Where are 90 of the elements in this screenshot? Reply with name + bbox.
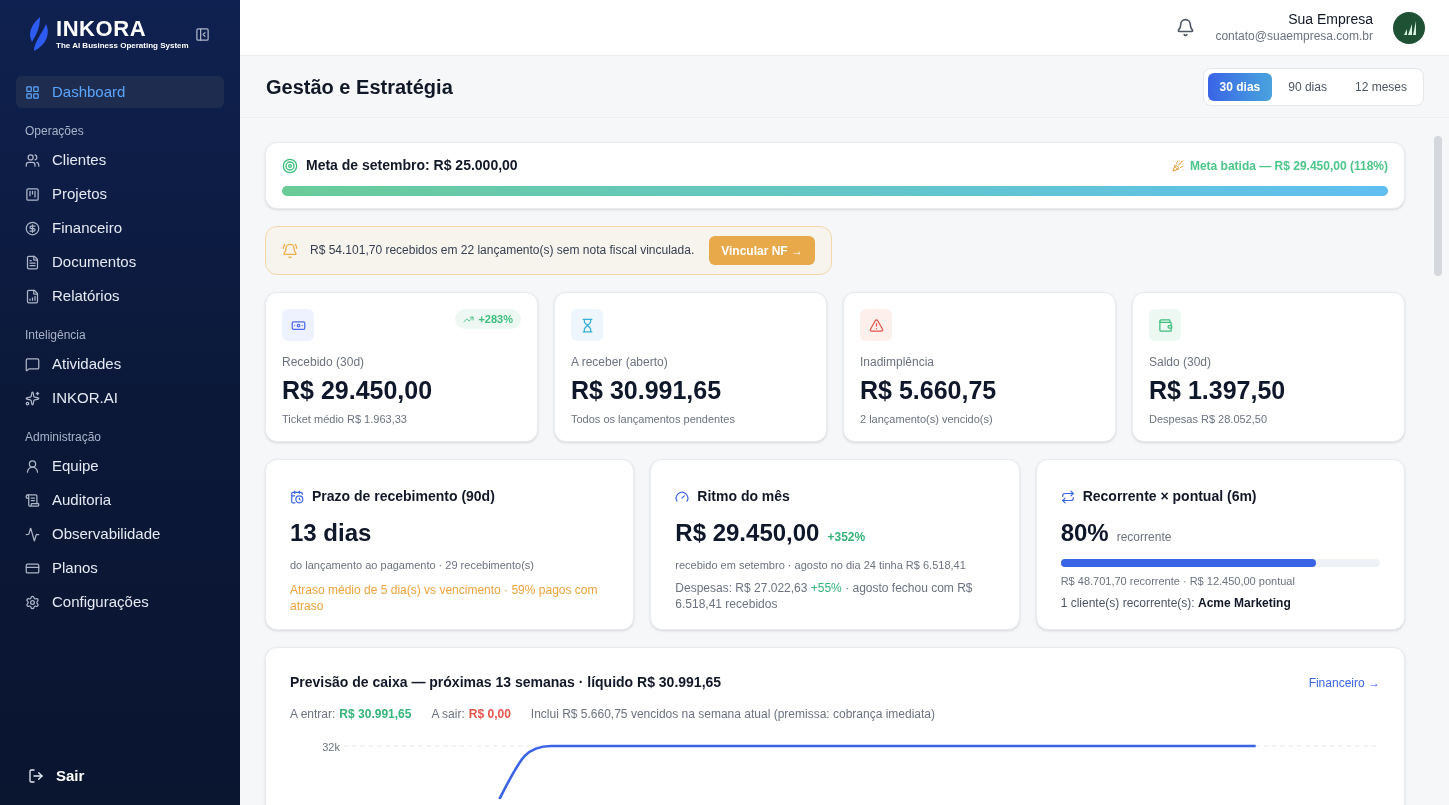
card-subtitle: R$ 48.701,70 recorrente · R$ 12.450,00 pontual	[1060, 574, 1296, 589]
change-percent: +352%	[827, 529, 866, 546]
sidebar-item[interactable]: Projetos	[16, 178, 224, 210]
stat-subtitle: 2 lançamento(s) vencido(s)	[860, 412, 994, 427]
avatar[interactable]	[1393, 11, 1425, 44]
stat-label: Inadimplência	[860, 354, 936, 371]
summary-label: A sair:	[431, 706, 465, 723]
report-icon	[25, 288, 40, 304]
logout-button[interactable]: Sair	[16, 764, 224, 787]
gauge-icon	[675, 489, 690, 504]
sparkle-icon	[25, 390, 40, 406]
delay-warning: Atraso médio de 5 dia(s) vs vencimento · 59% pagos com atraso	[290, 581, 599, 614]
card-subtitle: do lançamento ao pagamento · 29 recebimento(s)	[290, 558, 535, 573]
period-tab[interactable]: 12 meses	[1342, 72, 1419, 101]
sidebar-item[interactable]: Relatórios	[16, 280, 224, 312]
collapse-sidebar-icon[interactable]	[195, 26, 210, 42]
sidebar-item[interactable]: INKOR.AI	[16, 382, 224, 414]
period-tab[interactable]: 90 dias	[1276, 72, 1339, 101]
summary-value: R$ 30.991,65	[339, 706, 412, 723]
expenses-note: Despesas: R$ 27.022,63 +55% · agosto fechou com R$ 6.518,41 recebidos	[675, 579, 974, 612]
sidebar-item[interactable]: Documentos	[16, 246, 224, 278]
axis-tick-label: 32k	[321, 740, 341, 755]
logout-icon	[28, 767, 44, 784]
sidebar-item[interactable]: Equipe	[16, 450, 224, 482]
pulse-icon	[25, 526, 40, 542]
sidebar-item[interactable]: Dashboard	[16, 76, 224, 108]
stat-subtitle: Ticket médio R$ 1.963,33	[282, 412, 408, 427]
grid-icon	[25, 84, 40, 100]
card-value: 13 dias	[290, 518, 372, 548]
sidebar-item[interactable]: Planos	[16, 552, 224, 584]
stat-value: R$ 29.450,00	[282, 375, 434, 406]
goal-title: Meta de setembro: R$ 25.000,00	[306, 156, 518, 175]
bell-icon	[282, 242, 298, 259]
sidebar-item[interactable]: Financeiro	[16, 212, 224, 244]
stat-label: Recebido (30d)	[282, 354, 366, 371]
forecast-note: Inclui R$ 5.660,75 vencidos na semana atual (premissa: cobrança imediata)	[530, 706, 936, 723]
company-name: Sua Empresa	[1288, 11, 1373, 29]
stat-subtitle: Todos os lançamentos pendentes	[571, 412, 736, 427]
notification-bell-icon[interactable]	[1176, 18, 1196, 37]
calendar-clock-icon	[290, 489, 304, 504]
company-email: contato@suaempresa.com.br	[1215, 28, 1373, 44]
page-title: Gestão e Estratégia	[266, 74, 453, 100]
party-icon	[1171, 159, 1184, 172]
card-value: 80%	[1060, 518, 1109, 548]
scroll-icon	[25, 492, 40, 508]
warning-icon	[860, 309, 892, 341]
chat-icon	[25, 356, 40, 372]
period-tab[interactable]: 30 dias	[1207, 72, 1273, 101]
recurring-clients-note: 1 cliente(s) recorrente(s): Acme Marketing	[1060, 594, 1292, 612]
alert-text: R$ 54.101,70 recebidos em 22 lançamento(s) sem nota fiscal vinculada.	[310, 242, 696, 259]
wallet-icon	[1149, 309, 1181, 341]
section-label: Administração	[24, 429, 103, 446]
section-label: Operações	[24, 123, 85, 140]
card-subtitle: recebido em setembro · agosto no dia 24 tinha R$ 6.518,41	[675, 558, 967, 573]
sidebar-item[interactable]: Observabilidade	[16, 518, 224, 550]
settings-icon	[25, 594, 40, 610]
card-title: Ritmo do mês	[697, 487, 790, 506]
goal-status: Meta batida — R$ 29.450,00 (118%)	[1189, 157, 1388, 175]
stat-label: Saldo (30d)	[1149, 354, 1213, 371]
sidebar-item[interactable]: Clientes	[16, 144, 224, 176]
card-title: Recorrente × pontual (6m)	[1082, 487, 1257, 506]
card-value: R$ 29.450,00	[675, 518, 820, 548]
target-icon	[282, 157, 298, 174]
stat-label: A receber (aberto)	[571, 354, 669, 371]
brand-name: INKORA	[56, 18, 148, 40]
stat-value: R$ 30.991,65	[571, 375, 723, 406]
trend-badge: +283%	[455, 309, 521, 329]
kanban-icon	[25, 186, 40, 202]
card-title: Prazo de recebimento (90d)	[312, 487, 495, 506]
section-label: Inteligência	[24, 327, 87, 344]
brand-tagline: The AI Business Operating System	[56, 42, 189, 50]
financeiro-link[interactable]: Financeiro →	[1308, 673, 1380, 692]
sidebar-item[interactable]: Auditoria	[16, 484, 224, 516]
banknote-icon	[282, 309, 314, 341]
sidebar-item[interactable]: Atividades	[16, 348, 224, 380]
sidebar-item[interactable]: Configurações	[16, 586, 224, 618]
stat-subtitle: Despesas R$ 28.052,50	[1149, 412, 1269, 427]
summary-label: A entrar:	[290, 706, 336, 723]
value-suffix: recorrente	[1116, 529, 1172, 546]
user-icon	[25, 458, 40, 474]
stat-value: R$ 1.397,50	[1149, 375, 1287, 406]
card-icon	[25, 560, 40, 576]
document-icon	[25, 254, 40, 270]
hourglass-icon	[571, 309, 603, 341]
users-icon	[25, 152, 40, 168]
dollar-icon	[25, 220, 40, 236]
forecast-title: Previsão de caixa — próximas 13 semanas · líquido R$ 30.991,65	[290, 673, 722, 692]
repeat-icon	[1060, 489, 1075, 504]
summary-value: R$ 0,00	[468, 706, 511, 723]
stat-value: R$ 5.660,75	[860, 375, 998, 406]
